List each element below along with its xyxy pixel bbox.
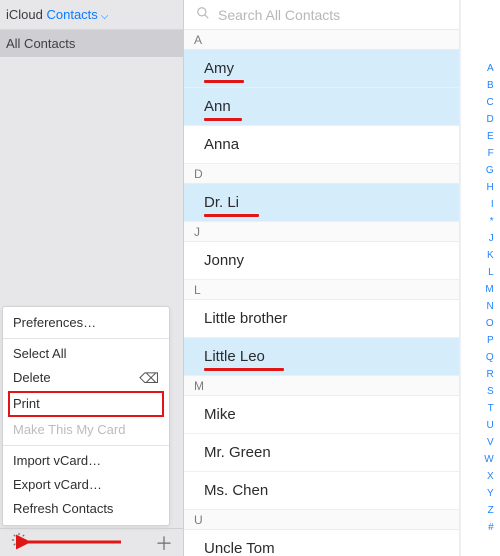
search-placeholder: Search All Contacts (218, 7, 340, 23)
index-letter[interactable]: U (461, 417, 500, 434)
app-header: iCloud Contacts ⌵ (0, 0, 183, 30)
index-letter[interactable]: B (461, 77, 500, 94)
contacts-list[interactable]: A Amy Ann Anna D Dr. Li J Jonny L Little brother L… (184, 30, 459, 556)
sidebar-footer: ＋ (0, 528, 183, 556)
index-letter[interactable]: F (461, 145, 500, 162)
contact-name: Little brother (204, 310, 287, 327)
index-letter[interactable]: M (461, 281, 500, 298)
index-letter[interactable]: A (461, 60, 500, 77)
index-letter[interactable]: V (461, 434, 500, 451)
backspace-icon: ⌫ (139, 366, 159, 390)
contacts-list-column: Search All Contacts A Amy Ann Anna D Dr. Li JJ… (184, 0, 460, 556)
index-letter[interactable]: Z (461, 502, 500, 519)
index-letter[interactable]: J (461, 230, 500, 247)
index-letter[interactable]: C (461, 94, 500, 111)
annotation-underline (204, 214, 259, 217)
section-header: L (184, 280, 459, 300)
contact-row[interactable]: Little Leo (184, 338, 459, 376)
section-header: D (184, 164, 459, 184)
annotation-underline (204, 80, 244, 83)
section-header: A (184, 30, 459, 50)
contact-row[interactable]: Mr. Green (184, 434, 459, 472)
annotation-arrow-icon (16, 530, 126, 554)
contact-row[interactable]: Little brother (184, 300, 459, 338)
menu-separator (3, 338, 169, 339)
contact-row[interactable]: Ms. Chen (184, 472, 459, 510)
index-letter[interactable]: T (461, 400, 500, 417)
search-input[interactable]: Search All Contacts (184, 0, 459, 30)
index-letter[interactable]: G (461, 162, 500, 179)
annotation-underline (204, 118, 242, 121)
contact-row[interactable]: Anna (184, 126, 459, 164)
index-letter[interactable]: K (461, 247, 500, 264)
index-letter[interactable]: D (461, 111, 500, 128)
index-letter[interactable]: I (461, 196, 500, 213)
menu-item-select-all[interactable]: Select All (3, 342, 169, 366)
sidebar: iCloud Contacts ⌵ All Contacts Preference… (0, 0, 184, 556)
settings-context-menu: Preferences… Select All Delete ⌫ Print M… (2, 306, 170, 526)
section-header: M (184, 376, 459, 396)
contact-row[interactable]: Uncle Tom (184, 530, 459, 556)
index-letter[interactable]: E (461, 128, 500, 145)
index-letter[interactable]: S (461, 383, 500, 400)
menu-separator (3, 445, 169, 446)
module-label: Contacts (46, 7, 97, 22)
contact-name: Dr. Li (204, 194, 239, 211)
index-letter[interactable]: Y (461, 485, 500, 502)
contact-name: Ms. Chen (204, 482, 268, 499)
menu-item-delete[interactable]: Delete ⌫ (3, 366, 169, 390)
contact-row[interactable]: Ann (184, 88, 459, 126)
menu-item-import-vcard[interactable]: Import vCard… (3, 449, 169, 473)
index-letter[interactable]: H (461, 179, 500, 196)
contact-name: Ann (204, 98, 231, 115)
contact-name: Anna (204, 136, 239, 153)
alphabet-index[interactable]: ABCDEFGHI*JKLMNOPQRSTUVWXYZ# (460, 0, 500, 556)
contact-name: Mike (204, 406, 236, 423)
menu-item-delete-label: Delete (13, 366, 51, 390)
annotation-underline (204, 368, 284, 371)
index-letter[interactable]: R (461, 366, 500, 383)
sidebar-item-all-contacts[interactable]: All Contacts (0, 30, 183, 58)
menu-item-preferences[interactable]: Preferences… (3, 311, 169, 335)
contact-row[interactable]: Amy (184, 50, 459, 88)
module-dropdown[interactable]: Contacts ⌵ (46, 7, 108, 22)
menu-item-print[interactable]: Print (9, 392, 163, 416)
add-contact-button[interactable]: ＋ (155, 530, 173, 556)
index-letter[interactable]: Q (461, 349, 500, 366)
menu-item-refresh-contacts[interactable]: Refresh Contacts (3, 497, 169, 521)
gear-icon[interactable] (10, 531, 28, 554)
section-header: J (184, 222, 459, 242)
menu-item-export-vcard[interactable]: Export vCard… (3, 473, 169, 497)
contact-name: Jonny (204, 252, 244, 269)
index-letter[interactable]: P (461, 332, 500, 349)
contact-name: Little Leo (204, 348, 265, 365)
contact-name: Mr. Green (204, 444, 271, 461)
index-letter[interactable]: L (461, 264, 500, 281)
menu-item-make-my-card: Make This My Card (3, 418, 169, 442)
index-letter[interactable]: * (461, 213, 500, 230)
index-letter[interactable]: W (461, 451, 500, 468)
index-letter[interactable]: X (461, 468, 500, 485)
contact-row[interactable]: Jonny (184, 242, 459, 280)
chevron-down-icon: ⌵ (101, 11, 109, 22)
section-header: U (184, 510, 459, 530)
app-name: iCloud (6, 7, 43, 22)
index-letter[interactable]: N (461, 298, 500, 315)
index-letter[interactable]: O (461, 315, 500, 332)
search-icon (196, 6, 210, 23)
contact-name: Uncle Tom (204, 540, 275, 556)
contact-row[interactable]: Mike (184, 396, 459, 434)
index-letter[interactable]: # (461, 519, 500, 536)
contact-row[interactable]: Dr. Li (184, 184, 459, 222)
contact-name: Amy (204, 60, 234, 77)
